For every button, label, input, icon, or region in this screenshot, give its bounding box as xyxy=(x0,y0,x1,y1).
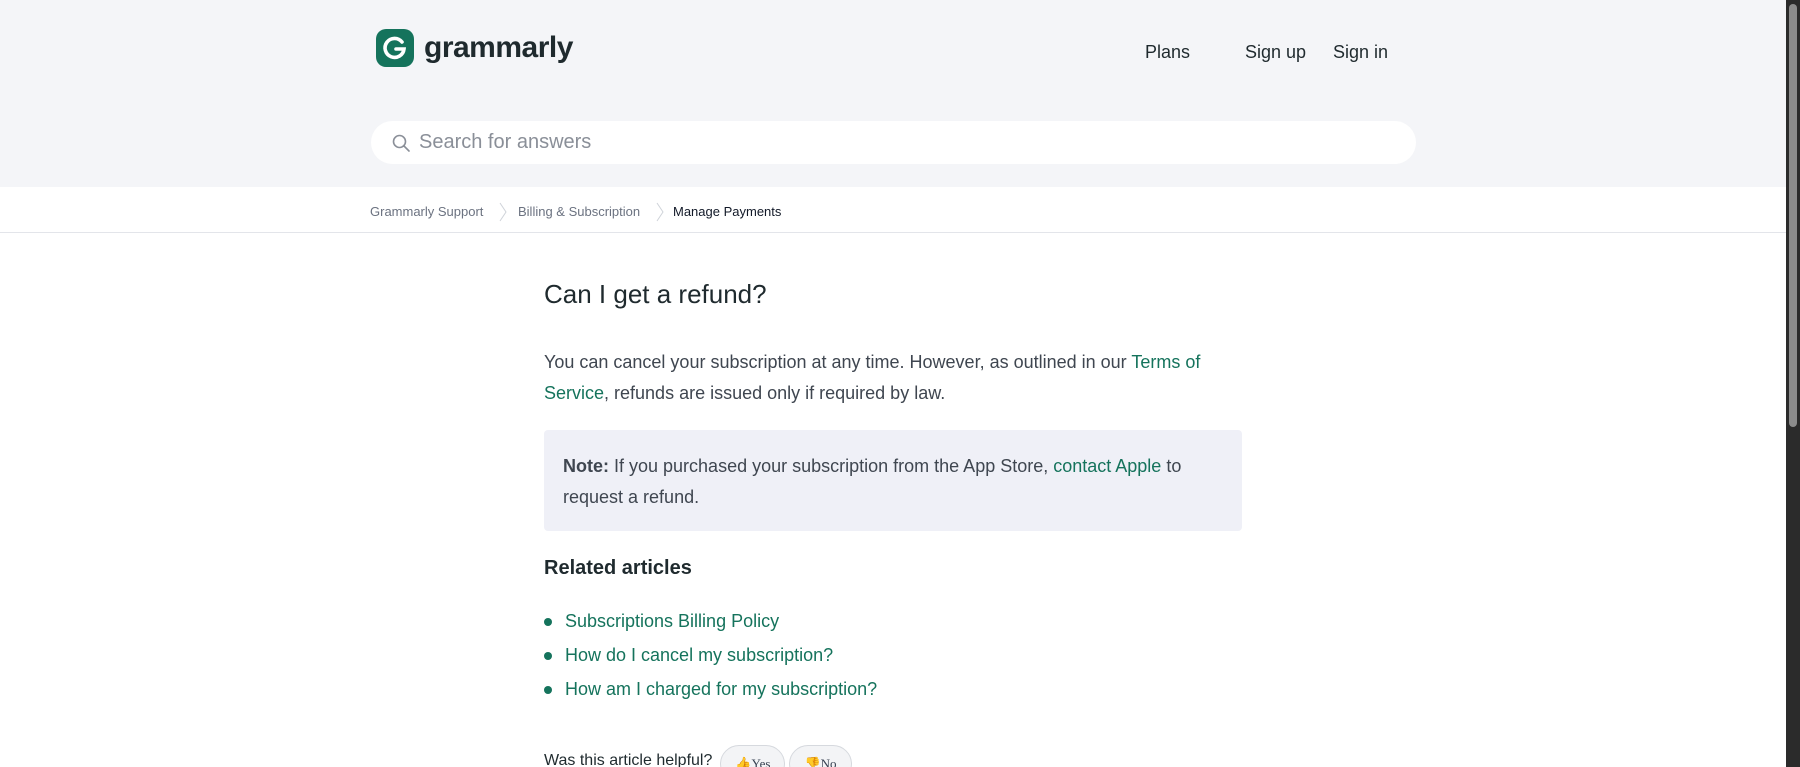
nav-plans-link[interactable]: Plans xyxy=(1145,42,1190,63)
breadcrumb: Grammarly Support Billing & Subscription… xyxy=(0,187,1786,233)
helpful-no-button[interactable]: 👎No xyxy=(789,745,852,767)
contact-apple-link[interactable]: contact Apple xyxy=(1053,456,1161,476)
breadcrumb-manage-payments[interactable]: Manage Payments xyxy=(673,204,781,219)
related-articles-heading: Related articles xyxy=(544,557,692,579)
feedback-section: Was this article helpful? 👍Yes 👎No xyxy=(544,745,852,767)
feedback-question: Was this article helpful? xyxy=(544,752,713,767)
related-article-link[interactable]: How am I charged for my subscription? xyxy=(565,679,877,699)
list-item: How do I cancel my subscription? xyxy=(544,641,877,675)
article-intro: You can cancel your subscription at any … xyxy=(544,347,1234,409)
chevron-right-icon xyxy=(499,202,507,222)
note-box: Note: If you purchased your subscription… xyxy=(544,430,1242,531)
search-icon xyxy=(392,134,410,152)
chevron-right-icon xyxy=(656,202,664,222)
page-scrollbar[interactable] xyxy=(1786,0,1800,767)
scrollbar-thumb[interactable] xyxy=(1789,4,1797,427)
search-bar[interactable] xyxy=(371,121,1416,164)
search-input[interactable] xyxy=(419,131,1399,154)
intro-text: You can cancel your subscription at any … xyxy=(544,352,1132,372)
intro-tail: , refunds are issued only if required by… xyxy=(604,383,946,403)
nav-signup-link[interactable]: Sign up xyxy=(1245,42,1306,63)
nav-signin-link[interactable]: Sign in xyxy=(1333,42,1388,63)
related-articles-list: Subscriptions Billing Policy How do I ca… xyxy=(544,607,877,709)
note-label: Note: xyxy=(563,456,609,476)
site-header: grammarly Plans Sign up Sign in xyxy=(0,0,1786,187)
breadcrumb-support-link[interactable]: Grammarly Support xyxy=(370,204,483,219)
grammarly-logo[interactable]: grammarly xyxy=(376,29,573,67)
related-article-link[interactable]: Subscriptions Billing Policy xyxy=(565,611,779,631)
helpful-yes-button[interactable]: 👍Yes xyxy=(720,745,786,767)
list-item: How am I charged for my subscription? xyxy=(544,675,877,709)
related-article-link[interactable]: How do I cancel my subscription? xyxy=(565,645,833,665)
grammarly-g-icon xyxy=(376,29,414,67)
list-item: Subscriptions Billing Policy xyxy=(544,607,877,641)
logo-wordmark: grammarly xyxy=(424,31,573,64)
breadcrumb-billing-link[interactable]: Billing & Subscription xyxy=(518,204,640,219)
article-title: Can I get a refund? xyxy=(544,279,767,309)
note-text: If you purchased your subscription from … xyxy=(609,456,1054,476)
